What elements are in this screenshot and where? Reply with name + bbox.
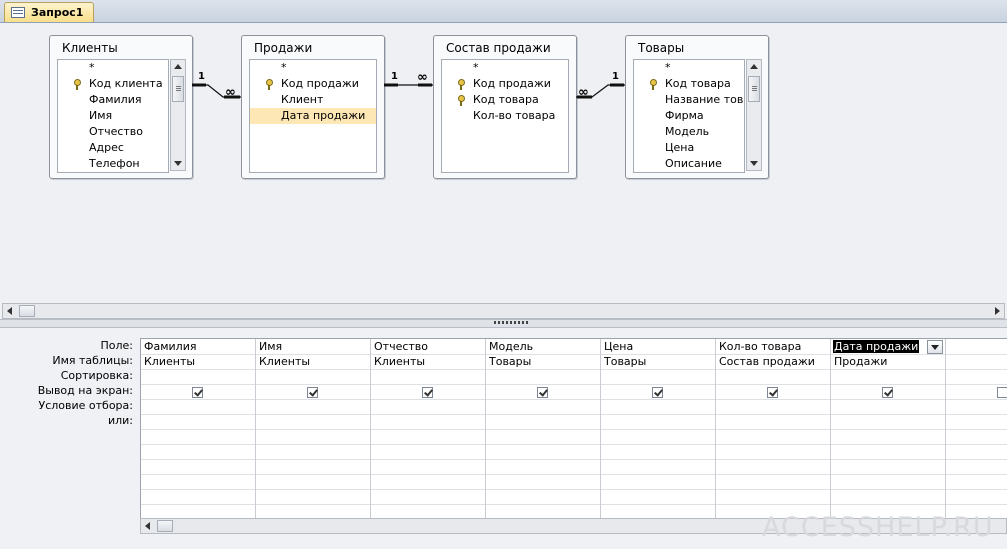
relation-one-label: 1 [198, 71, 205, 82]
row-label-sort: Сортировка: [60, 369, 133, 382]
show-checkbox[interactable] [997, 387, 1007, 398]
grid-column[interactable]: Цена Товары [601, 339, 716, 531]
field-cell-selected[interactable]: Дата продажи [833, 340, 920, 353]
table-diagram-pane: Клиенты * Код клиента Фамилия Имя Отчест… [0, 23, 1007, 319]
scroll-right-icon[interactable] [995, 307, 1000, 315]
show-checkbox[interactable] [537, 387, 548, 398]
row-label-show: Вывод на экран: [37, 384, 133, 397]
relation-many-label: ∞ [578, 85, 589, 100]
splitter-grip-icon[interactable] [494, 321, 530, 324]
dropdown-arrow-icon[interactable] [927, 340, 943, 354]
field-cell[interactable]: Фамилия [144, 340, 196, 353]
row-label-criteria: Условие отбора: [38, 399, 134, 412]
query-icon [11, 7, 25, 18]
scroll-thumb[interactable] [157, 520, 173, 532]
relation-many-label: ∞ [417, 70, 428, 85]
table-cell[interactable]: Товары [604, 355, 646, 368]
table-cell[interactable]: Продажи [834, 355, 887, 368]
field-cell[interactable]: Модель [489, 340, 533, 353]
document-tab-bar: Запрос1 [0, 0, 1007, 23]
table-cell[interactable]: Клиенты [374, 355, 425, 368]
show-checkbox[interactable] [192, 387, 203, 398]
grid-column-active[interactable]: Дата продажи Продажи [831, 339, 946, 531]
grid-column[interactable]: Фамилия Клиенты [141, 339, 256, 531]
watermark-text: ACCESSHELP.RU [762, 512, 994, 543]
pane-splitter[interactable] [0, 319, 1007, 328]
row-label-or: или: [107, 414, 133, 427]
grid-column-empty[interactable] [946, 339, 1007, 531]
show-checkbox[interactable] [422, 387, 433, 398]
grid-column[interactable]: Кол-во товара Состав продажи [716, 339, 831, 531]
field-cell[interactable]: Кол-во товара [719, 340, 801, 353]
relationship-lines [192, 83, 625, 99]
grid-column[interactable]: Модель Товары [486, 339, 601, 531]
table-cell[interactable]: Клиенты [259, 355, 310, 368]
grid-column[interactable]: Отчество Клиенты [371, 339, 486, 531]
scroll-left-icon[interactable] [145, 522, 150, 530]
relation-one-label: 1 [391, 71, 398, 82]
table-cell[interactable]: Клиенты [144, 355, 195, 368]
field-cell[interactable]: Имя [259, 340, 282, 353]
design-grid: Фамилия Клиенты Имя Клиенты Отчество Кли… [140, 338, 1007, 531]
query-tab[interactable]: Запрос1 [4, 2, 95, 22]
scroll-thumb[interactable] [19, 305, 35, 317]
field-cell[interactable]: Цена [604, 340, 633, 353]
table-cell[interactable]: Состав продажи [719, 355, 815, 368]
show-checkbox[interactable] [767, 387, 778, 398]
show-checkbox[interactable] [882, 387, 893, 398]
table-cell[interactable]: Товары [489, 355, 531, 368]
diagram-horizontal-scrollbar[interactable] [2, 303, 1005, 319]
relation-many-label: ∞ [225, 85, 236, 100]
scroll-left-icon[interactable] [7, 307, 12, 315]
query-tab-label: Запрос1 [31, 6, 84, 19]
relation-one-label: 1 [612, 71, 619, 82]
show-checkbox[interactable] [307, 387, 318, 398]
grid-column[interactable]: Имя Клиенты [256, 339, 371, 531]
field-cell[interactable]: Отчество [374, 340, 428, 353]
show-checkbox[interactable] [652, 387, 663, 398]
row-label-table: Имя таблицы: [52, 354, 133, 367]
row-label-field: Поле: [100, 339, 133, 352]
